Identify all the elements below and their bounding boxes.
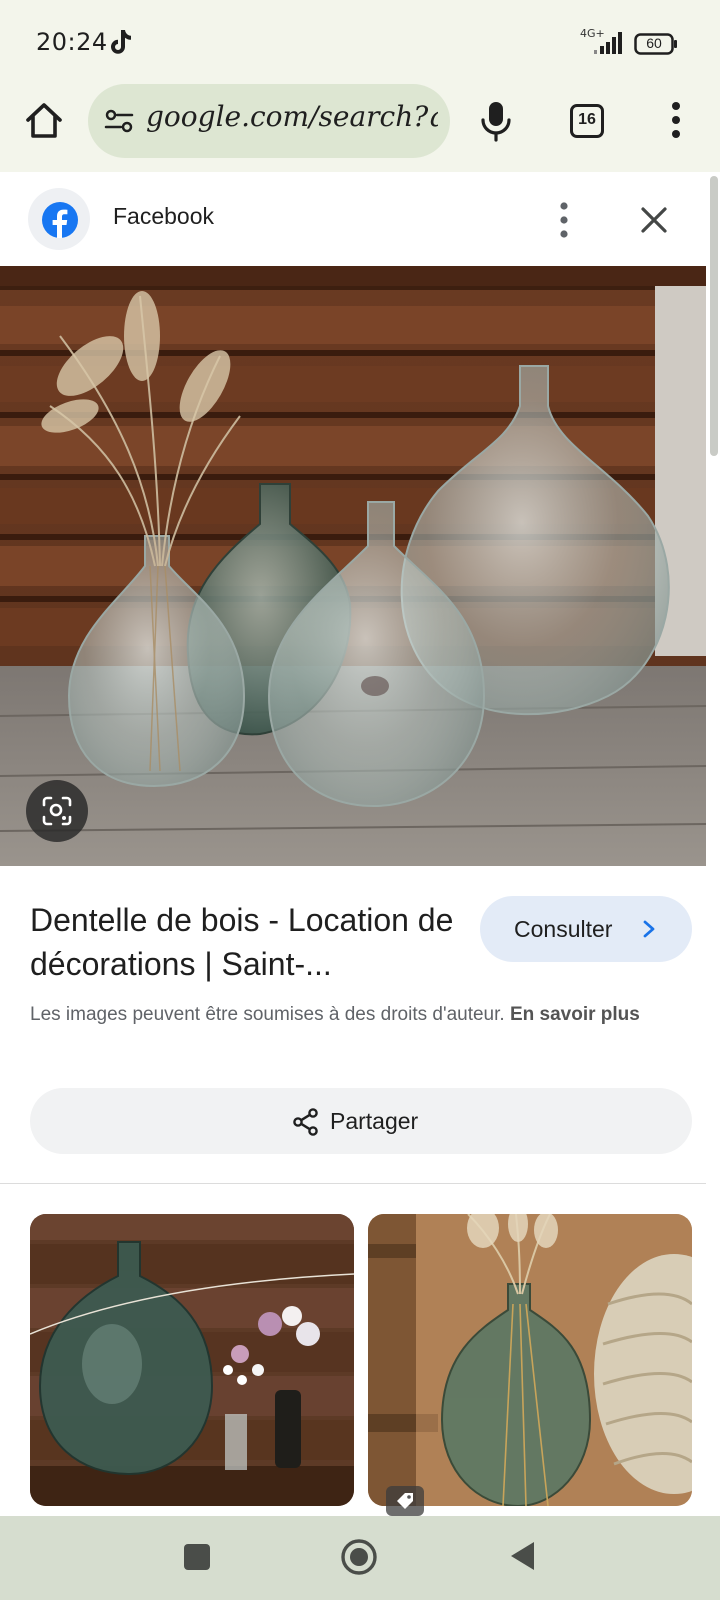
- copyright-text: Les images peuvent être soumises à des d…: [30, 1004, 505, 1025]
- related-image[interactable]: [30, 1214, 354, 1506]
- mic-icon[interactable]: [478, 100, 514, 142]
- back-nav-button[interactable]: [508, 1540, 536, 1572]
- tabs-button[interactable]: 16: [570, 104, 604, 138]
- close-icon[interactable]: [638, 204, 670, 236]
- result-image[interactable]: [0, 266, 706, 866]
- share-button-label: Partager: [330, 1108, 419, 1134]
- source-header: [0, 172, 720, 266]
- status-time: 20:24: [36, 28, 108, 56]
- share-icon: [293, 1108, 318, 1136]
- facebook-logo: [42, 202, 78, 238]
- result-title[interactable]: Dentelle de bois - Location de décoratio…: [30, 898, 460, 986]
- tabs-count: 16: [578, 111, 596, 128]
- url-text[interactable]: google.com/search?q=: [146, 100, 438, 133]
- learn-more-link[interactable]: En savoir plus: [510, 1004, 640, 1025]
- tag-icon: [397, 1493, 413, 1509]
- lens-icon: [42, 796, 72, 826]
- recent-apps-button[interactable]: [184, 1544, 210, 1570]
- visit-button-label: Consulter: [514, 916, 613, 942]
- home-nav-button[interactable]: [340, 1538, 378, 1576]
- lens-button[interactable]: [26, 780, 88, 842]
- home-icon[interactable]: [22, 98, 66, 142]
- signal-icon: [594, 32, 622, 54]
- battery-level: 60: [646, 35, 662, 51]
- tag-badge: [386, 1486, 424, 1516]
- copyright-notice: Les images peuvent être soumises à des d…: [30, 1000, 690, 1029]
- chevron-right-icon: [643, 920, 655, 938]
- scrollbar-thumb[interactable]: [710, 176, 718, 456]
- source-name[interactable]: Facebook: [113, 203, 214, 230]
- share-button[interactable]: Partager: [30, 1088, 692, 1154]
- divider: [0, 1183, 706, 1184]
- more-vert-icon[interactable]: [664, 100, 688, 140]
- related-image[interactable]: [368, 1214, 692, 1506]
- visit-button[interactable]: Consulter: [480, 896, 692, 962]
- tune-icon[interactable]: [104, 107, 134, 135]
- tiktok-icon: [111, 30, 131, 54]
- more-vert-icon[interactable]: [552, 200, 576, 240]
